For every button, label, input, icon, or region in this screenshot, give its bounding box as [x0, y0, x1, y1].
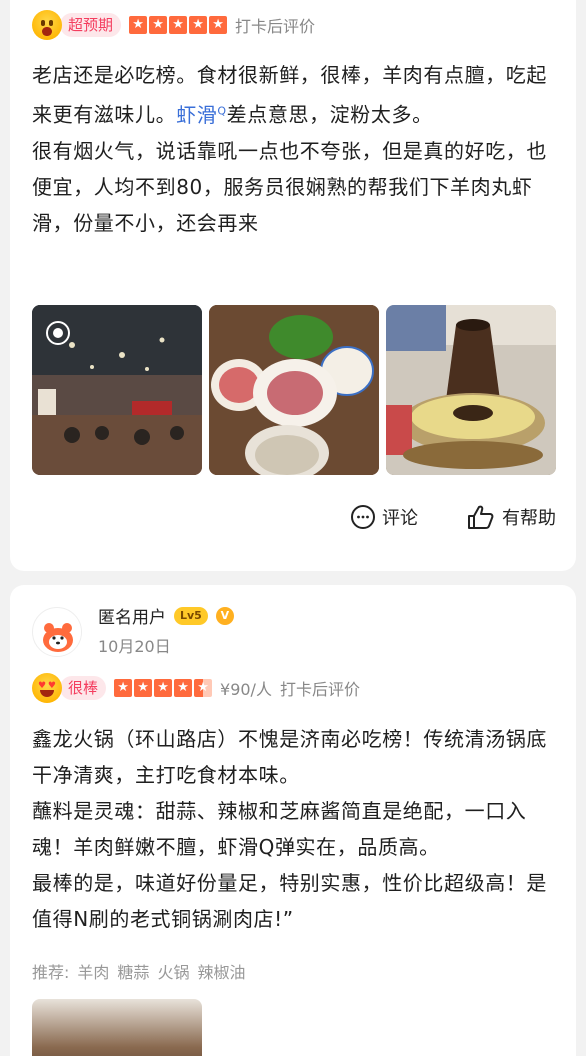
rating-badge: 超预期 — [60, 13, 122, 37]
level-badge: Lv5 — [174, 606, 208, 625]
review-photo[interactable] — [209, 305, 379, 475]
helpful-label: 有帮助 — [502, 508, 556, 529]
star-icon: ★ — [209, 16, 228, 34]
review-text-part: 最棒的是，味道好份量足，特别实惠，性价比超级高！是值得N刷的老式铜锅涮肉店!” — [32, 871, 547, 931]
helpful-button[interactable]: 有帮助 — [466, 504, 556, 530]
review-text-part: 差点意思，淀粉太多。 — [226, 102, 433, 127]
star-icon: ★ — [174, 679, 193, 697]
review-text-part: 鑫龙火锅（环山路店）不愧是济南必吃榜！传统清汤锅底干净清爽，主打吃食材本味。 — [32, 727, 547, 787]
checkin-label: 打卡后评价 — [279, 680, 360, 699]
review-text-part: 蘸料是灵魂：甜蒜、辣椒和芝麻酱简直是绝配，一口入魂！羊肉鲜嫩不膻，虾滑Q弹实在，… — [32, 799, 527, 859]
review-card-2: 匿名用户 Lv5 V 10月20日 ♥ ♥ 很棒 ★ ★ ★ ★ ★ ¥90/人 … — [10, 585, 576, 1056]
price-per-person: ¥90/人 — [220, 680, 272, 699]
surprised-emoji-icon — [32, 10, 62, 40]
search-link[interactable]: 虾滑Q — [176, 103, 226, 127]
heart-eyes-emoji-icon: ♥ ♥ — [32, 673, 62, 703]
tag[interactable]: 火锅 — [157, 959, 189, 983]
star-icon: ★ — [134, 679, 153, 697]
rating-badge: 很棒 — [60, 676, 107, 700]
tags-label: 推荐: — [32, 963, 70, 982]
review-rating-row: 超预期 ★ ★ ★ ★ ★ 打卡后评价 — [32, 10, 315, 40]
thumbs-up-icon — [468, 505, 494, 529]
comment-icon — [351, 505, 375, 529]
recommended-tags: 推荐: 羊肉 糖蒜 火锅 辣椒油 — [32, 959, 245, 983]
review-body: 老店还是必吃榜。食材很新鲜，很棒，羊肉有点膻，吃起来更有滋味儿。虾滑Q差点意思，… — [32, 57, 562, 241]
star-icon: ★ — [189, 16, 208, 34]
review-body: 鑫龙火锅（环山路店）不愧是济南必吃榜！传统清汤锅底干净清爽，主打吃食材本味。 蘸… — [32, 721, 562, 937]
review-photo[interactable] — [32, 305, 202, 475]
verified-icon: V — [215, 606, 234, 625]
tag[interactable]: 羊肉 — [77, 959, 109, 983]
review-photo[interactable] — [32, 999, 202, 1056]
review-rating-row: ♥ ♥ 很棒 ★ ★ ★ ★ ★ ¥90/人 打卡后评价 — [32, 673, 360, 703]
star-rating: ★ ★ ★ ★ ★ — [129, 16, 228, 34]
star-icon: ★ — [149, 16, 168, 34]
tag[interactable]: 辣椒油 — [197, 959, 245, 983]
comment-label: 评论 — [382, 508, 418, 529]
search-icon: Q — [217, 104, 227, 117]
comment-button[interactable]: 评论 — [350, 504, 418, 530]
review-photo[interactable] — [386, 305, 556, 475]
star-rating: ★ ★ ★ ★ ★ — [114, 679, 213, 697]
star-icon: ★ — [114, 679, 133, 697]
checkin-label: 打卡后评价 — [235, 17, 316, 36]
avatar[interactable] — [32, 607, 82, 657]
user-info: 匿名用户 Lv5 V — [98, 603, 234, 628]
username[interactable]: 匿名用户 — [98, 603, 166, 628]
review-text-part: 很有烟火气，说话靠吼一点也不夸张，但是真的好吃，也便宜，人均不到80，服务员很娴… — [32, 138, 547, 235]
review-actions: 评论 有帮助 — [350, 504, 556, 530]
star-icon: ★ — [169, 16, 188, 34]
star-icon: ★ — [129, 16, 148, 34]
half-star-icon: ★ — [194, 679, 213, 697]
star-icon: ★ — [154, 679, 173, 697]
tag[interactable]: 糖蒜 — [117, 959, 149, 983]
review-date: 10月20日 — [98, 637, 171, 656]
photo-gallery — [32, 305, 556, 475]
review-card-1: 超预期 ★ ★ ★ ★ ★ 打卡后评价 老店还是必吃榜。食材很新鲜，很棒，羊肉有… — [10, 0, 576, 571]
